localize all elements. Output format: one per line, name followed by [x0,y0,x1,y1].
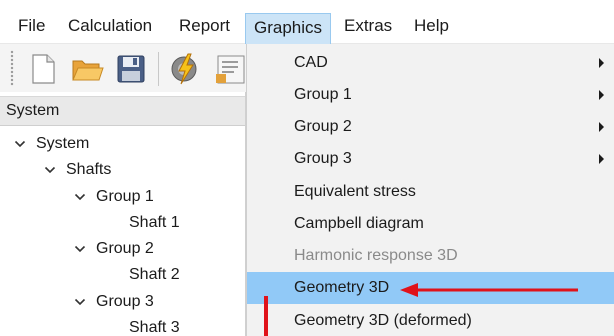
open-folder-icon[interactable] [70,52,104,86]
tree-item-group-3[interactable]: Group 3 [74,289,154,315]
submenu-arrow-icon [599,90,604,100]
menu-item-label: Group 3 [294,150,352,167]
tree-item-label: Shaft 3 [129,319,180,336]
menu-item-geometry-3d-deformed[interactable]: Geometry 3D (deformed) [247,305,614,336]
submenu-arrow-icon [599,58,604,68]
chevron-down-icon[interactable] [74,296,86,308]
menu-item-label: Campbell diagram [294,215,424,232]
tree-item-label: System [36,135,90,152]
menu-calculation[interactable]: Calculation [60,11,160,41]
menu-item-label: Group 1 [294,86,352,103]
graphics-dropdown-menu: CAD Group 1 Group 2 Group 3 Equivalent s… [246,44,614,336]
tree-item-label: Shafts [66,161,112,178]
new-file-icon[interactable] [26,52,60,86]
menu-item-label: Geometry 3D [294,279,390,296]
tree-item-shaft-2[interactable]: Shaft 2 [129,262,180,288]
menu-item-label: Group 2 [294,118,352,135]
save-icon[interactable] [114,52,148,86]
menu-item-group-3[interactable]: Group 3 [247,143,614,175]
toolbar [0,44,246,92]
tree-item-shafts[interactable]: Shafts [44,157,111,183]
tree-item-system[interactable]: System [14,131,89,157]
menu-item-label: Equivalent stress [294,183,416,200]
menu-help[interactable]: Help [406,11,457,41]
menu-item-label: Geometry 3D (deformed) [294,312,472,329]
menu-item-harmonic-response-3d: Harmonic response 3D [247,240,614,272]
tree-item-label: Shaft 2 [129,266,180,283]
menu-item-group-1[interactable]: Group 1 [247,79,614,111]
chevron-down-icon[interactable] [44,164,56,176]
system-panel-header: System [0,96,246,126]
chevron-down-icon[interactable] [74,191,86,203]
tree-item-label: Group 1 [96,188,154,205]
tree-item-shaft-3[interactable]: Shaft 3 [129,315,180,336]
menu-bar: File Calculation Report Graphics Extras … [0,0,614,44]
tree-item-label: Group 3 [96,293,154,310]
tree-item-label: Shaft 1 [129,214,180,231]
report-icon[interactable] [212,52,246,86]
tree-item-group-2[interactable]: Group 2 [74,236,154,262]
menu-item-geometry-3d[interactable]: Geometry 3D [247,272,614,304]
tree-item-shaft-1[interactable]: Shaft 1 [129,210,180,236]
tree-item-label: Group 2 [96,240,154,257]
toolbar-grip[interactable] [10,50,14,86]
menu-extras[interactable]: Extras [336,11,400,41]
chevron-down-icon[interactable] [14,138,26,150]
menu-file[interactable]: File [10,11,53,41]
tree-item-group-1[interactable]: Group 1 [74,184,154,210]
menu-item-cad[interactable]: CAD [247,47,614,79]
menu-item-label: Harmonic response 3D [294,247,458,264]
run-calculation-icon[interactable] [168,52,202,86]
menu-item-campbell-diagram[interactable]: Campbell diagram [247,208,614,240]
menu-item-group-2[interactable]: Group 2 [247,111,614,143]
menu-item-label: CAD [294,54,328,71]
toolbar-separator [158,52,159,86]
menu-item-equivalent-stress[interactable]: Equivalent stress [247,176,614,208]
chevron-down-icon[interactable] [74,243,86,255]
submenu-arrow-icon [599,122,604,132]
menu-graphics[interactable]: Graphics [245,13,332,44]
submenu-arrow-icon [599,154,604,164]
menu-report[interactable]: Report [171,11,238,41]
